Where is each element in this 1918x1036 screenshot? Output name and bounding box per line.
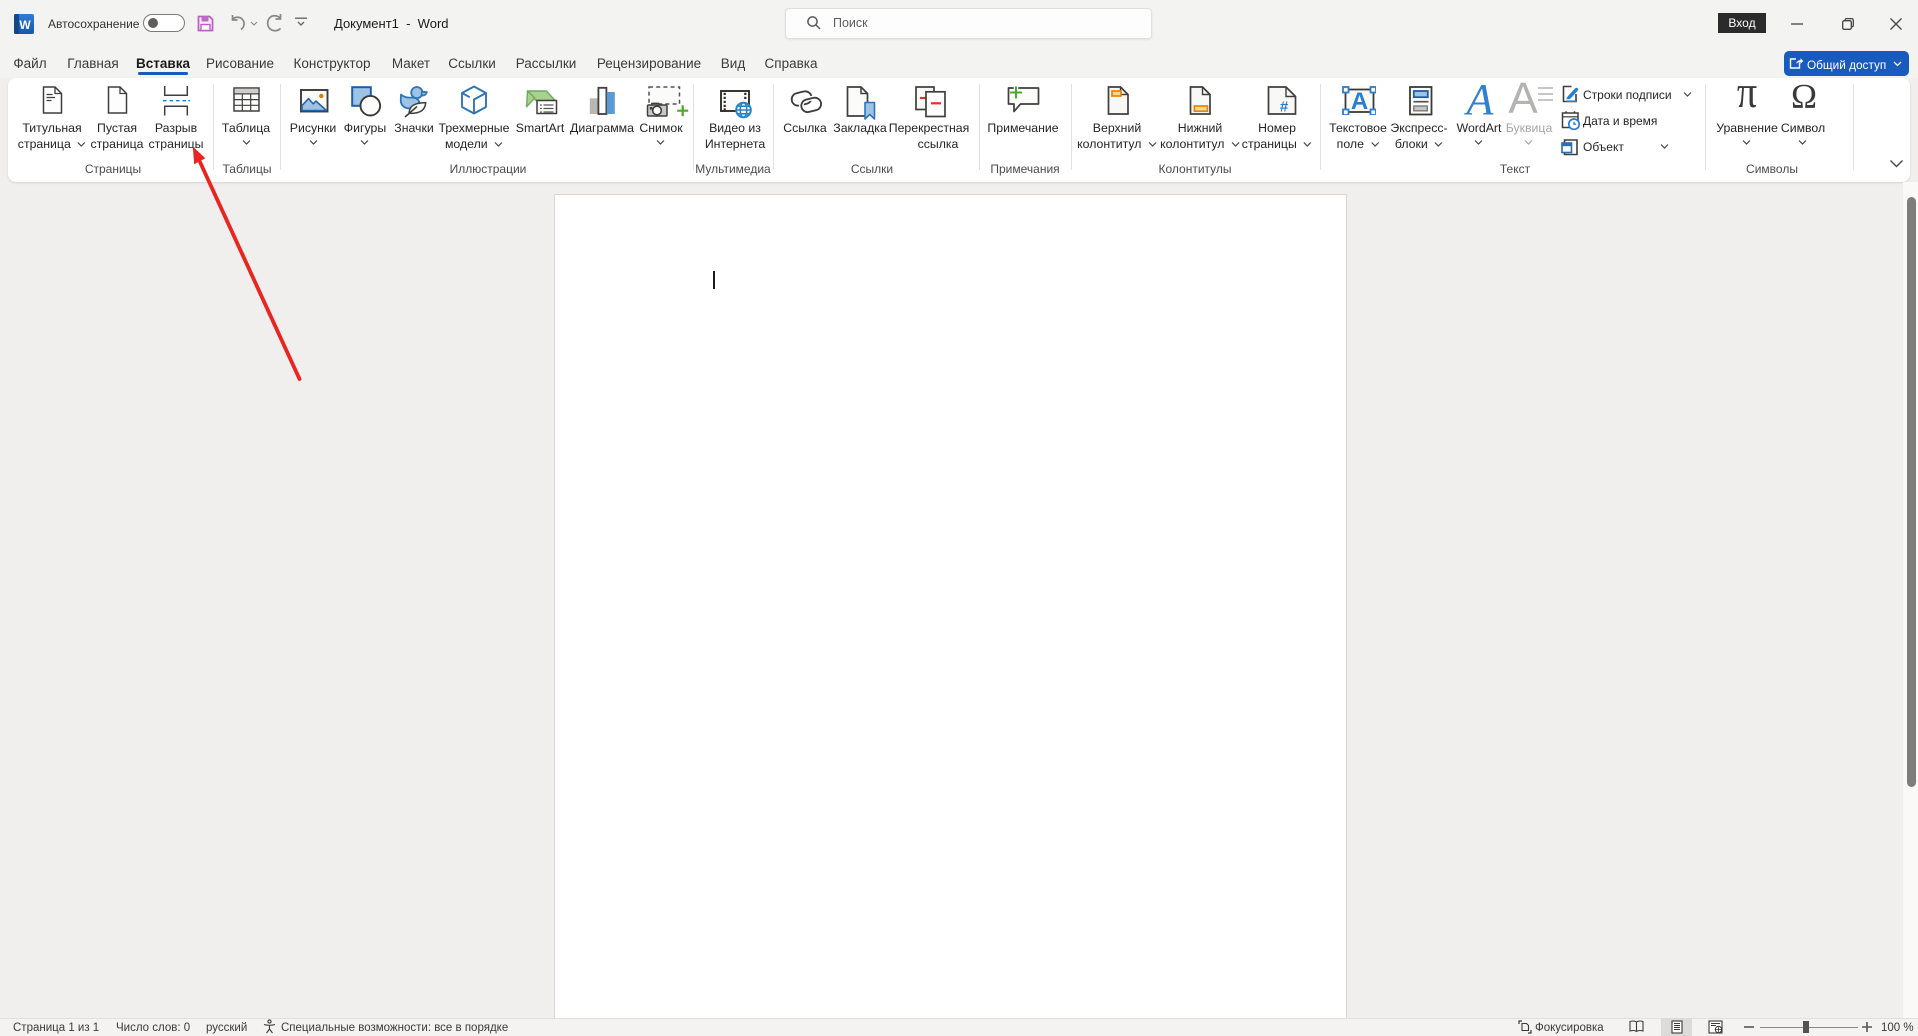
svg-text:W: W — [19, 18, 31, 32]
svg-text:A: A — [1351, 88, 1368, 115]
svg-text:#: # — [1280, 99, 1289, 116]
